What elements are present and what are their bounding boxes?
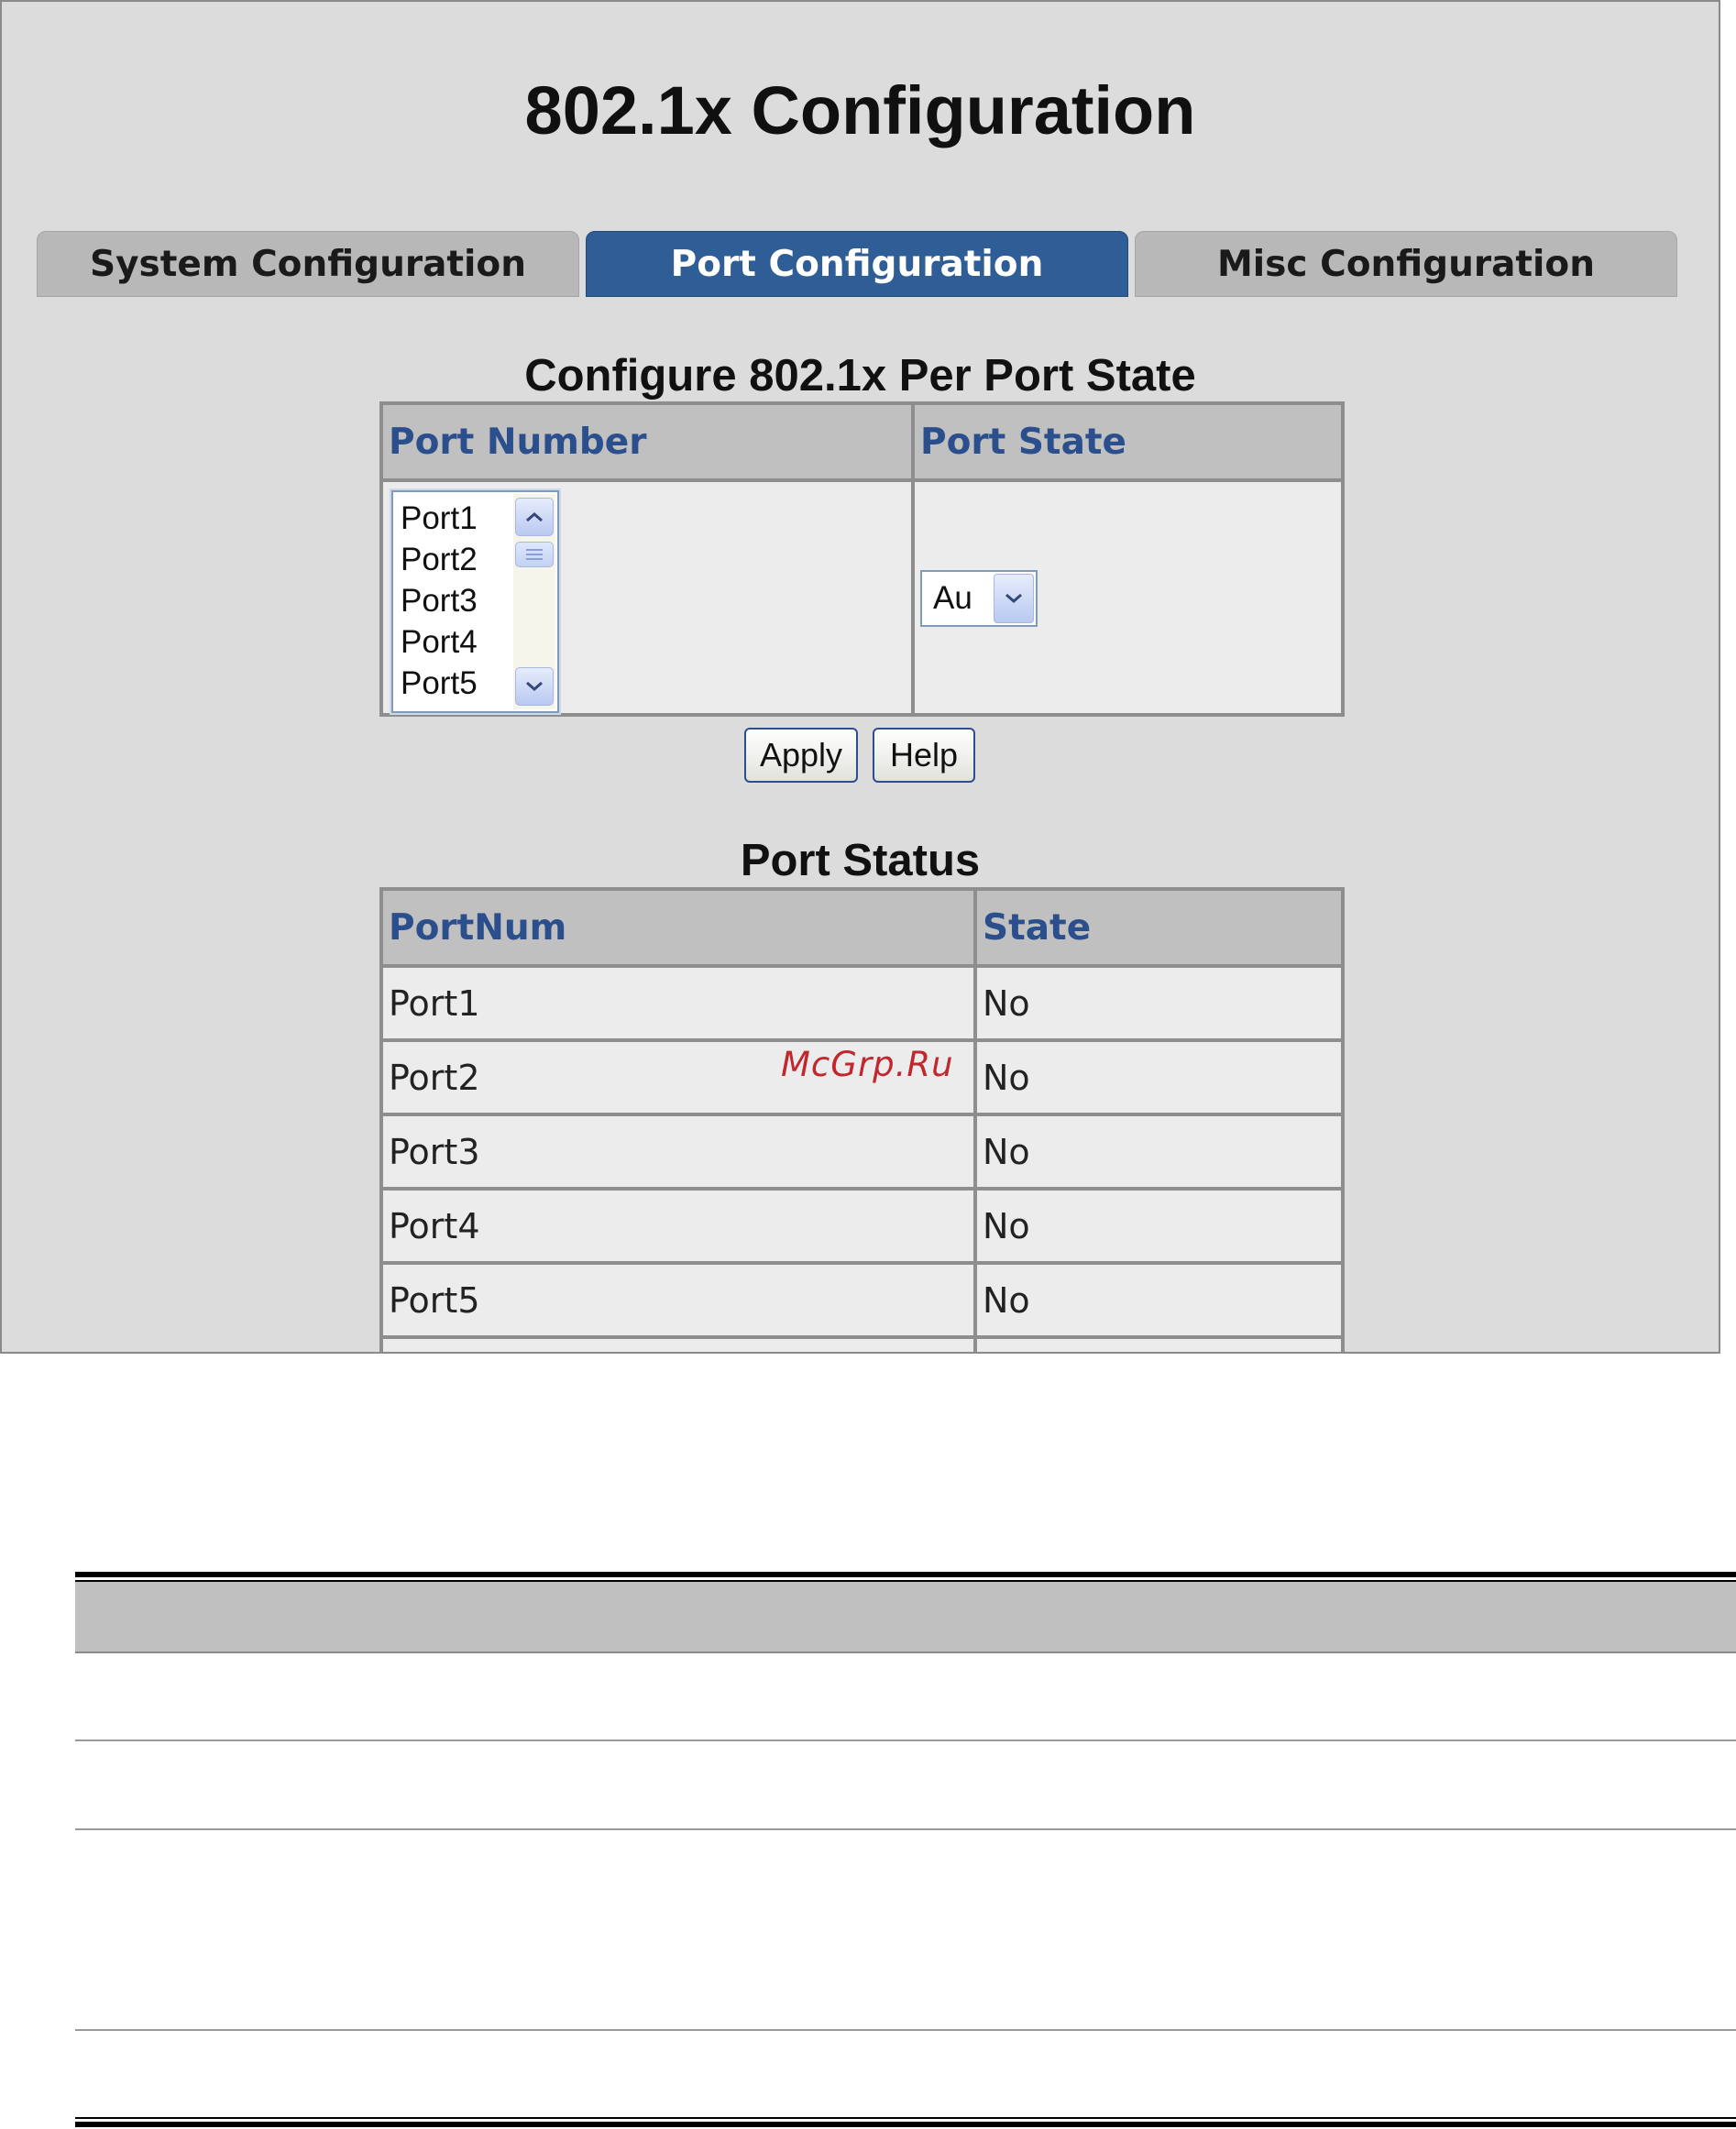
chevron-up-icon — [526, 512, 543, 522]
scroll-down-button[interactable] — [515, 667, 554, 706]
config-section-title: Configure 802.1x Per Port State — [524, 351, 1196, 401]
select-dropdown-button[interactable] — [994, 574, 1034, 623]
listbox-scrollbar[interactable] — [513, 494, 555, 709]
port-cell: Port1 — [379, 964, 977, 1042]
doc-table-header — [75, 1582, 1736, 1652]
table-row: Port3 No — [379, 1113, 1345, 1191]
port-cell: Port5 — [379, 1261, 977, 1339]
doc-table-bottom-rule — [75, 2122, 1736, 2127]
state-header: State — [973, 887, 1345, 968]
scroll-up-button[interactable] — [515, 498, 554, 536]
port-cell: Port3 — [379, 1113, 977, 1191]
port-cell — [379, 1335, 977, 1352]
port-listbox[interactable]: Port1 Port2 Port3 Port4 Port5 — [390, 488, 561, 715]
port-number-cell: Port1 Port2 Port3 Port4 Port5 — [379, 478, 915, 717]
table-row: Port4 No — [379, 1187, 1345, 1265]
doc-table-row-divider — [75, 2029, 1736, 2031]
doc-table-top-rule — [75, 1572, 1736, 1577]
port-state-value: Au — [933, 580, 972, 616]
chevron-down-icon — [1005, 593, 1022, 603]
port-list-item[interactable]: Port4 — [401, 621, 511, 663]
state-cell: No — [973, 1187, 1345, 1265]
port-list-item[interactable]: Port2 — [401, 539, 511, 580]
screenshot-panel: 802.1x Configuration System Configuratio… — [0, 0, 1720, 1354]
tab-misc-configuration[interactable]: Misc Configuration — [1135, 231, 1677, 297]
apply-button[interactable]: Apply — [744, 728, 858, 783]
table-row — [379, 1335, 1345, 1352]
port-list-item[interactable]: Port3 — [401, 580, 511, 621]
port-status-table: PortNum State Port1 No Port2 No Port3 No… — [379, 887, 1345, 1352]
state-cell: No — [973, 1261, 1345, 1339]
port-status-title: Port Status — [740, 836, 981, 885]
tab-system-configuration[interactable]: System Configuration — [37, 231, 579, 297]
doc-table-header-divider — [75, 1652, 1736, 1653]
config-table: Port Number Port State Port1 Port2 Port3… — [379, 401, 1345, 717]
port-state-select[interactable]: Au — [920, 570, 1038, 627]
tab-port-configuration[interactable]: Port Configuration — [586, 231, 1128, 297]
port-list-item[interactable]: Port5 — [401, 663, 511, 704]
state-cell: No — [973, 1038, 1345, 1116]
chevron-down-icon — [526, 681, 543, 691]
doc-table-row-divider — [75, 1828, 1736, 1830]
port-list-item[interactable]: Port1 — [401, 498, 511, 539]
state-cell — [973, 1335, 1345, 1352]
table-row: Port5 No — [379, 1261, 1345, 1339]
table-row: Port1 No — [379, 964, 1345, 1042]
port-cell: Port4 — [379, 1187, 977, 1265]
watermark: McGrp.Ru — [781, 1045, 954, 1084]
doc-table-row-divider — [75, 1739, 1736, 1741]
state-cell: No — [973, 964, 1345, 1042]
scroll-thumb[interactable] — [515, 542, 554, 567]
port-number-header: Port Number — [379, 401, 915, 482]
portnum-header: PortNum — [379, 887, 977, 968]
port-state-header: Port State — [911, 401, 1345, 482]
help-button[interactable]: Help — [873, 728, 975, 783]
page-title: 802.1x Configuration — [524, 72, 1196, 148]
doc-table-bottom-rule-thin — [75, 2117, 1736, 2119]
port-state-cell: Au — [911, 478, 1345, 717]
state-cell: No — [973, 1113, 1345, 1191]
